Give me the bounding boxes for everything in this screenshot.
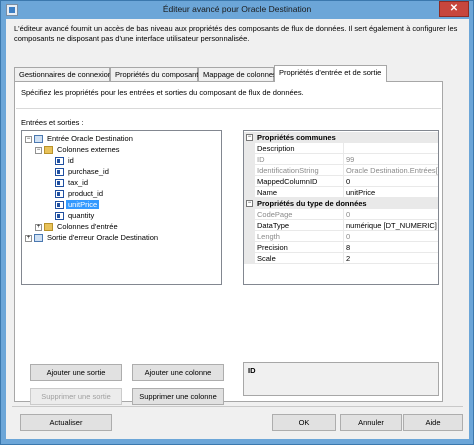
tab-component-properties[interactable]: Propriétés du composant — [110, 67, 198, 81]
cancel-button[interactable]: Annuler — [340, 414, 402, 431]
panel-description: Spécifiez les propriétés pour les entrée… — [21, 88, 304, 97]
remove-output-button[interactable]: Supprimer une sortie — [30, 388, 122, 405]
folder-icon — [44, 223, 53, 232]
property-row-id[interactable]: ID 99 — [244, 154, 438, 165]
column-icon — [55, 157, 64, 166]
tab-connection-managers[interactable]: Gestionnaires de connexions — [14, 67, 116, 81]
remove-column-button[interactable]: Supprimer une colonne — [132, 388, 224, 405]
expand-icon[interactable]: + — [35, 223, 42, 231]
tree-node-error-output[interactable]: + Sortie d'erreur Oracle Destination — [25, 233, 160, 243]
ok-button[interactable]: OK — [272, 414, 336, 431]
tree-node-column[interactable]: purchase_id — [55, 167, 111, 177]
inputs-outputs-tree[interactable]: − Entrée Oracle Destination − Colonnes ext… — [21, 130, 222, 285]
tree-node-external-columns[interactable]: − Colonnes externes — [35, 145, 122, 155]
column-icon — [55, 190, 64, 199]
input-icon — [34, 135, 43, 144]
property-row-datatype[interactable]: DataType numérique [DT_NUMERIC] — [244, 220, 438, 231]
title-bar[interactable]: Éditeur avancé pour Oracle Destination ✕ — [1, 1, 473, 19]
category-common[interactable]: − Propriétés communes — [244, 132, 438, 143]
property-grid[interactable]: − Propriétés communes Description ID 99 … — [243, 130, 439, 285]
category-datatype[interactable]: − Propriétés du type de données — [244, 198, 438, 209]
tree-node-column[interactable]: quantity — [55, 211, 96, 221]
property-row-description[interactable]: Description — [244, 143, 438, 154]
property-row-mapped-column-id[interactable]: MappedColumnID 0 — [244, 176, 438, 187]
column-icon — [55, 201, 64, 210]
column-icon — [55, 179, 64, 188]
add-output-button[interactable]: Ajouter une sortie — [30, 364, 122, 381]
close-button[interactable]: ✕ — [439, 1, 469, 17]
column-icon — [55, 168, 64, 177]
folder-icon — [44, 146, 53, 155]
help-button[interactable]: Aide — [403, 414, 463, 431]
column-icon — [55, 212, 64, 221]
property-row-identification-string[interactable]: IdentificationString Oracle Destination.… — [244, 165, 438, 176]
property-description-title: ID — [248, 366, 256, 375]
collapse-icon[interactable]: − — [35, 146, 42, 154]
tab-column-mappings[interactable]: Mappage de colonnes — [198, 67, 277, 81]
add-column-button[interactable]: Ajouter une colonne — [132, 364, 224, 381]
property-row-precision[interactable]: Precision 8 — [244, 242, 438, 253]
property-row-codepage[interactable]: CodePage 0 — [244, 209, 438, 220]
close-icon: ✕ — [449, 3, 459, 14]
footer-divider — [12, 406, 463, 407]
tree-node-column[interactable]: tax_id — [55, 178, 90, 188]
tab-panel: Spécifiez les propriétés pour les entrée… — [14, 81, 443, 405]
tree-node-column[interactable]: id — [55, 156, 76, 166]
window-title: Éditeur avancé pour Oracle Destination — [162, 4, 312, 14]
editor-window: Éditeur avancé pour Oracle Destination ✕… — [0, 0, 474, 445]
tree-node-column-selected[interactable]: unitPrice — [55, 200, 100, 210]
collapse-icon[interactable]: − — [25, 135, 32, 143]
property-row-scale[interactable]: Scale 2 — [244, 253, 438, 264]
output-icon — [34, 234, 43, 243]
dialog-client: L'éditeur avancé fournit un accès de bas… — [6, 19, 469, 439]
refresh-button[interactable]: Actualiser — [20, 414, 112, 431]
property-row-length[interactable]: Length 0 — [244, 231, 438, 242]
expand-icon[interactable]: + — [25, 234, 32, 242]
tab-input-output-properties[interactable]: Propriétés d'entrée et de sortie — [274, 65, 387, 82]
tree-node-input-columns[interactable]: + Colonnes d'entrée — [35, 222, 120, 232]
property-description-box: ID — [243, 362, 439, 396]
property-row-name[interactable]: Name unitPrice — [244, 187, 438, 198]
tree-node-input[interactable]: − Entrée Oracle Destination — [25, 134, 135, 144]
collapse-icon[interactable]: − — [246, 134, 253, 141]
inputs-outputs-label: Entrées et sorties : — [21, 118, 84, 127]
intro-text: L'éditeur avancé fournit un accès de bas… — [14, 24, 458, 43]
collapse-icon[interactable]: − — [246, 200, 253, 207]
tree-node-column[interactable]: product_id — [55, 189, 105, 199]
panel-divider — [16, 108, 441, 109]
